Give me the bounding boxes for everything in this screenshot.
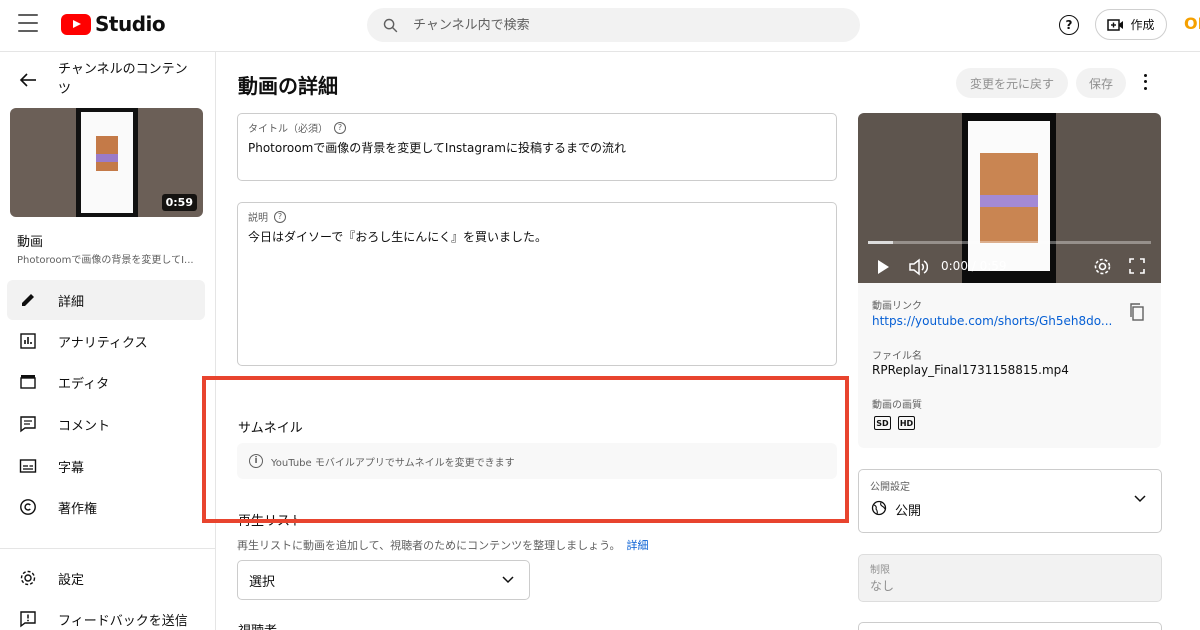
youtube-play-icon [61,13,91,35]
title-label-text: タイトル（必須） [248,124,328,135]
help-icon[interactable]: ? [1059,15,1079,35]
search-icon [383,18,398,32]
avatar[interactable]: OF [1184,14,1200,33]
search-bar[interactable] [367,8,860,42]
gear-icon [17,569,39,587]
subtitles-icon [17,458,39,474]
next-field-box[interactable] [858,622,1162,630]
comment-icon [17,415,39,433]
playlist-learn-more-link[interactable]: 詳細 [626,539,648,552]
title-input[interactable]: Photoroomで画像の背景を変更してInstagramに投稿するまでの流れ [248,139,626,156]
globe-icon [871,500,887,516]
description-field-label: 説明 ? [248,209,286,224]
thumbnail-heading: サムネイル [238,421,303,436]
sidebar: チャンネルのコンテンツ 0:59 動画 Photoroomで画像の背景を変更して… [0,52,216,630]
sidebar-item-label: エディタ [58,376,110,392]
video-link[interactable]: https://youtube.com/shorts/Gh5eh8do... [872,314,1112,328]
menu-icon[interactable] [18,14,38,32]
video-section-title: 動画 [17,235,44,250]
sidebar-item-settings[interactable]: 設定 [7,558,205,598]
sidebar-item-label: 設定 [58,572,85,588]
help-circle-icon[interactable]: ? [334,121,346,134]
sidebar-item-label: 字幕 [58,460,85,476]
sidebar-item-label: 著作権 [58,501,98,517]
create-label: 作成 [1130,18,1155,32]
playlist-description-text: 再生リストに動画を追加して、視聴者のためにコンテンツを整理しましょう。 [237,539,621,552]
description-label-text: 説明 [248,213,268,224]
sidebar-item-feedback[interactable]: フィードバックを送信 [7,599,205,630]
player-progress-bar[interactable] [868,241,1151,244]
thumbnail-info-bar: i YouTube モバイルアプリでサムネイルを変更できます [237,443,837,479]
top-bar: Studio ? 作成 OF [0,0,1200,52]
player-time: 0:00 / 0:59 [941,259,1007,273]
help-circle-icon[interactable]: ? [274,210,286,223]
copy-icon[interactable] [1129,303,1145,321]
video-player[interactable]: 0:00 / 0:59 [858,113,1161,283]
sidebar-item-copyright[interactable]: 著作権 [7,487,205,527]
search-input[interactable] [413,17,813,33]
sidebar-item-editor[interactable]: エディタ [7,362,205,402]
playlist-select[interactable]: 選択 [237,560,530,600]
page-title: 動画の詳細 [238,74,338,98]
title-field[interactable]: タイトル（必須） ? Photoroomで画像の背景を変更してInstagram… [237,113,837,181]
info-icon: i [249,454,263,468]
sd-badge-icon: SD [874,416,891,430]
hd-badge-icon: HD [898,416,915,430]
playlist-select-value: 選択 [249,574,276,590]
pencil-icon [17,291,39,309]
visibility-value: 公開 [895,504,922,519]
visibility-select[interactable]: 公開設定 公開 [858,469,1162,533]
play-icon[interactable] [876,259,890,275]
editor-icon [17,374,39,390]
description-field[interactable]: 説明 ? 今日はダイソーで『おろし生にんにく』を買いました。 [237,202,837,366]
player-product-band [980,195,1038,207]
studio-logo[interactable]: Studio [61,12,166,36]
duration-badge: 0:59 [161,194,197,211]
video-link-label: 動画リンク [872,301,922,312]
sidebar-item-label: 詳細 [58,294,85,310]
copyright-icon [17,498,39,516]
sidebar-item-analytics[interactable]: アナリティクス [7,321,205,361]
logo-text: Studio [95,12,166,36]
player-progress-fill [868,241,894,244]
more-options-icon[interactable] [1137,72,1153,92]
save-button[interactable]: 保存 [1076,68,1126,98]
chevron-down-icon [1134,495,1146,503]
sidebar-divider [0,548,216,549]
feedback-icon [17,610,39,628]
video-add-icon [1107,18,1124,31]
sidebar-item-label: アナリティクス [58,335,148,351]
sidebar-item-details[interactable]: 詳細 [7,280,205,320]
chevron-down-icon [502,576,514,584]
back-arrow-icon[interactable] [19,72,37,88]
restrictions-value: なし [870,579,895,593]
undo-changes-button[interactable]: 変更を元に戻す [956,68,1068,98]
audience-heading: 視聴者 [238,620,277,630]
restrictions-field: 制限 なし [858,554,1162,602]
file-name-value: RPReplay_Final1731158815.mp4 [872,363,1069,377]
video-quality-label: 動画の画質 [872,400,922,411]
settings-icon[interactable] [1093,257,1112,276]
sidebar-item-comments[interactable]: コメント [7,404,205,444]
playlist-description: 再生リストに動画を追加して、視聴者のためにコンテンツを整理しましょう。 詳細 [237,537,648,553]
video-thumbnail[interactable]: 0:59 [10,108,203,217]
volume-icon[interactable] [908,258,928,276]
thumbnail-product-band [96,154,118,162]
description-input[interactable]: 今日はダイソーで『おろし生にんにく』を買いました。 [248,228,547,245]
channel-content-link[interactable]: チャンネルのコンテンツ [58,60,198,100]
analytics-icon [17,332,39,350]
fullscreen-icon[interactable] [1129,258,1145,274]
sidebar-item-label: コメント [58,418,111,434]
visibility-label: 公開設定 [870,482,910,493]
video-title-short: Photoroomで画像の背景を変更してI... [17,255,194,266]
sidebar-item-subtitles[interactable]: 字幕 [7,446,205,486]
thumbnail-info-text: YouTube モバイルアプリでサムネイルを変更できます [271,457,515,469]
restrictions-label: 制限 [870,565,890,576]
title-field-label: タイトル（必須） ? [248,120,346,135]
file-name-label: ファイル名 [872,351,922,362]
video-preview-card: 0:00 / 0:59 動画リンク https://youtube.com/sh… [858,113,1161,448]
create-button[interactable]: 作成 [1095,9,1167,40]
sidebar-item-label: フィードバックを送信 [58,613,188,629]
playlist-heading: 再生リスト [238,514,304,529]
